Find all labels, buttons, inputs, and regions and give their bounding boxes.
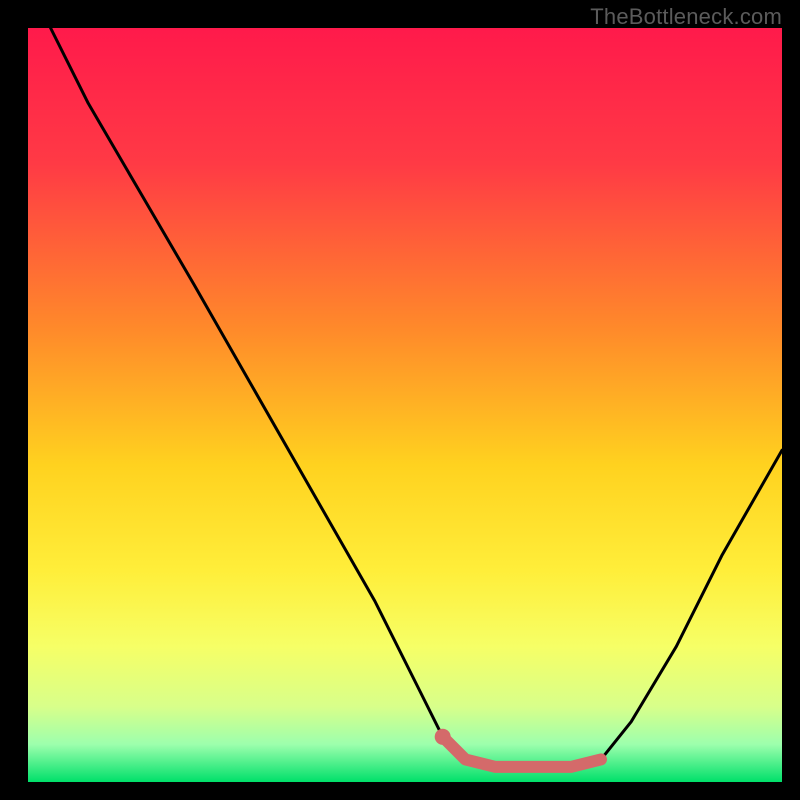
chart-frame: TheBottleneck.com (0, 0, 800, 800)
optimal-point-marker (435, 729, 451, 745)
watermark-label: TheBottleneck.com (590, 4, 782, 30)
bottleneck-chart (0, 0, 800, 800)
plot-background (28, 28, 782, 782)
